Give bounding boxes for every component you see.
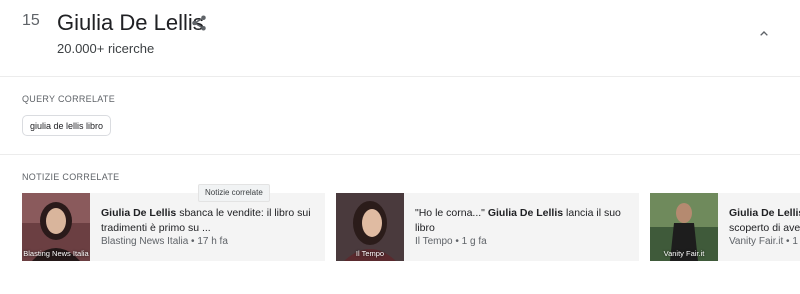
related-query-chip[interactable]: giulia de lellis libro xyxy=(22,115,112,136)
headline-keyword: Giulia De Lellis xyxy=(101,207,177,219)
divider xyxy=(0,76,800,77)
chevron-up-icon[interactable] xyxy=(756,26,772,42)
tooltip: Notizie correlate xyxy=(198,184,270,202)
news-meta: Il Tempo • 1 g fa xyxy=(415,236,487,247)
related-news-label: NOTIZIE CORRELATE xyxy=(22,172,120,182)
news-headline[interactable]: Giulia De Lellis sbanca le vendite: il l… xyxy=(101,206,316,236)
trend-rank: 15 xyxy=(22,12,40,29)
headline-keyword: Giulia De Lellis xyxy=(729,207,800,219)
news-thumbnail: Il Tempo xyxy=(336,193,404,261)
trend-title[interactable]: Giulia De Lellis xyxy=(57,10,204,36)
news-card[interactable]: Il Tempo "Ho le corna..." Giulia De Lell… xyxy=(336,193,639,261)
news-thumbnail: Vanity Fair.it xyxy=(650,193,718,261)
search-count: 20.000+ ricerche xyxy=(57,41,155,56)
thumbnail-source: Blasting News Italia xyxy=(23,249,89,258)
thumbnail-source: Vanity Fair.it xyxy=(663,249,705,258)
headline-keyword: Giulia De Lellis xyxy=(487,207,564,219)
news-card[interactable]: Blasting News Italia Giulia De Lellis sb… xyxy=(22,193,325,261)
news-meta: Blasting News Italia • 17 h fa xyxy=(101,236,228,247)
related-queries-label: QUERY CORRELATE xyxy=(22,94,116,104)
divider xyxy=(0,154,800,155)
thumbnail-source: Il Tempo xyxy=(355,249,385,258)
news-headline[interactable]: Giulia De Lellis scoperto di ave xyxy=(729,206,800,236)
news-card[interactable]: Vanity Fair.it Giulia De Lellis scoperto… xyxy=(650,193,800,261)
news-headline[interactable]: "Ho le corna..." Giulia De Lellis lancia… xyxy=(415,206,630,236)
news-thumbnail: Blasting News Italia xyxy=(22,193,90,261)
headline-text: scoperto di ave xyxy=(729,222,800,234)
headline-text: "Ho le corna..." xyxy=(415,207,488,219)
share-icon[interactable] xyxy=(190,14,208,32)
news-meta: Vanity Fair.it • 1 g xyxy=(729,236,800,247)
